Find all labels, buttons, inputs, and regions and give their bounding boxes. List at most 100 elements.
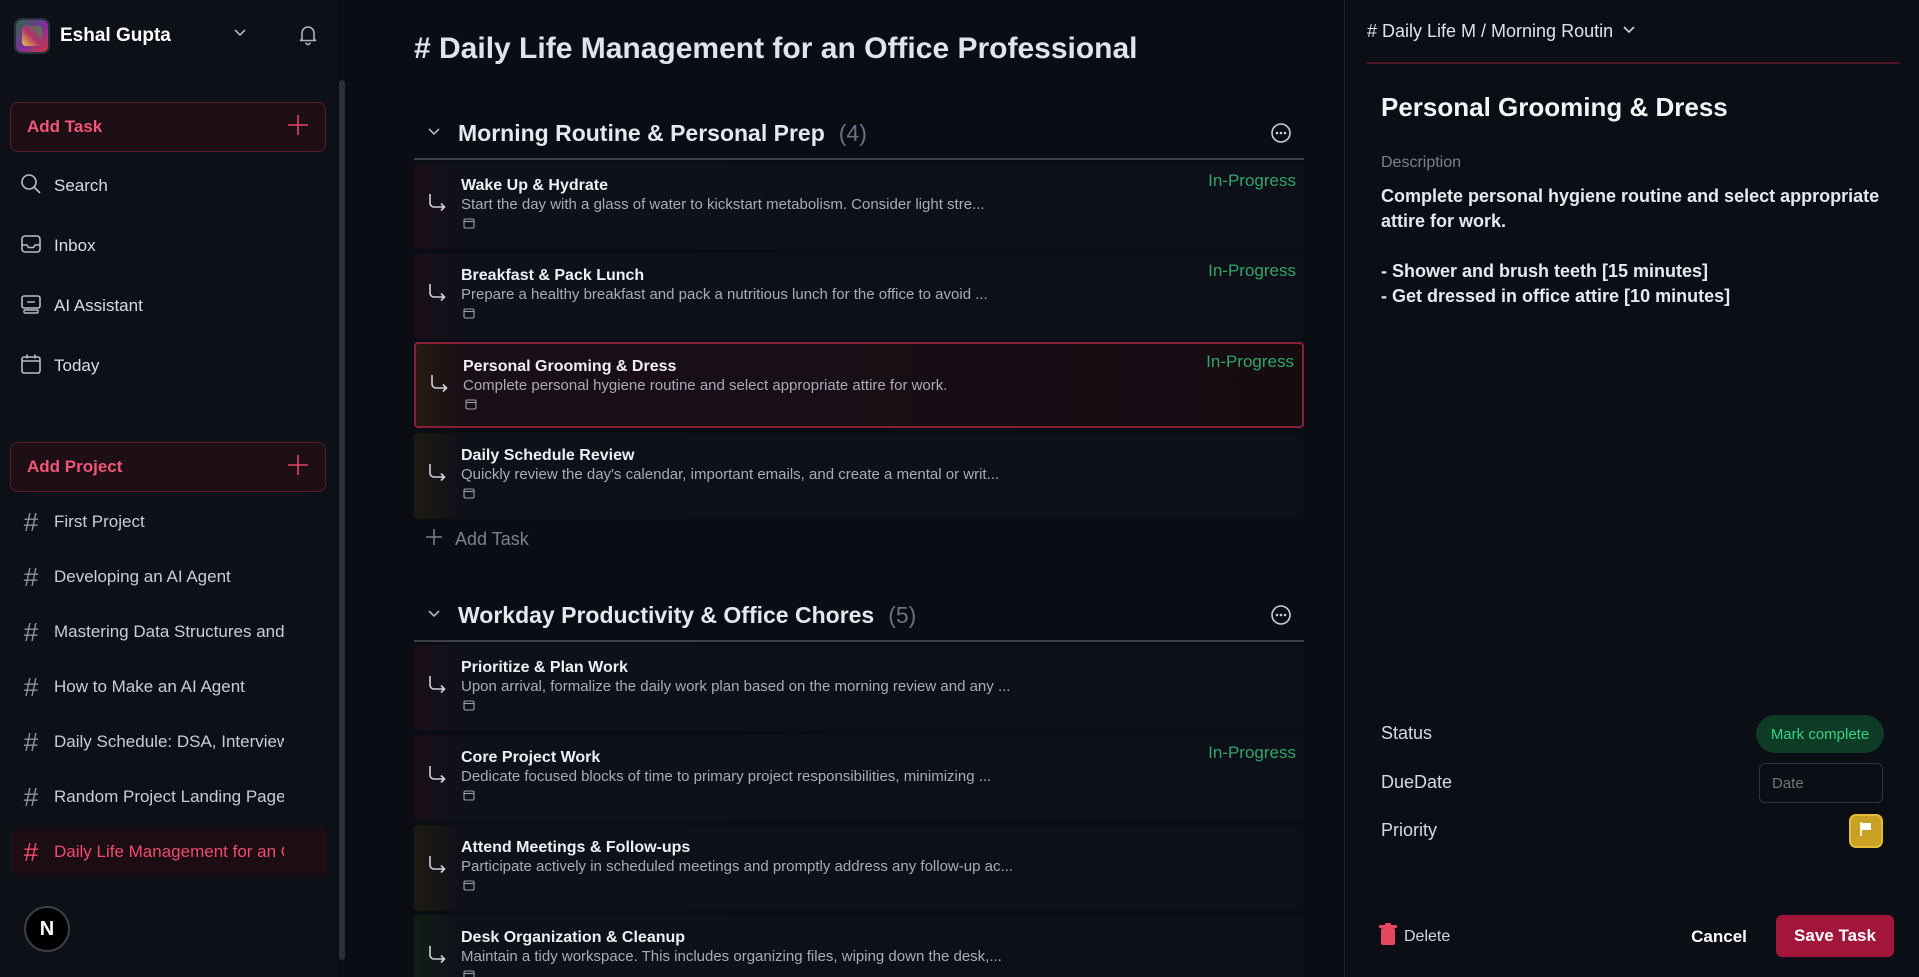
sidebar-scrollbar-thumb[interactable] bbox=[339, 80, 345, 960]
sidebar-project[interactable]: # Daily Schedule: DSA, Interview. bbox=[20, 724, 310, 760]
hash-icon: # bbox=[23, 836, 39, 867]
chevron-down-icon[interactable] bbox=[232, 24, 248, 45]
task-row[interactable]: Core Project Work Dedicate focused block… bbox=[414, 735, 1304, 821]
calendar-icon bbox=[463, 878, 475, 896]
task-row[interactable]: Daily Schedule Review Quickly review the… bbox=[414, 433, 1304, 519]
sidebar-item-label: Inbox bbox=[54, 236, 96, 255]
more-options-icon[interactable] bbox=[1270, 604, 1292, 631]
status-badge: In-Progress bbox=[1208, 171, 1296, 190]
add-task-button[interactable]: Add Task bbox=[10, 102, 326, 152]
project-label: Daily Schedule: DSA, Interview. bbox=[54, 732, 284, 751]
sidebar: Eshal Gupta Add Task Search Inbox AI Ass… bbox=[0, 0, 340, 977]
hash-icon: # bbox=[23, 561, 39, 592]
more-options-icon[interactable] bbox=[1270, 122, 1292, 149]
task-description: Upon arrival, formalize the daily work p… bbox=[461, 678, 1011, 695]
task-row[interactable]: Attend Meetings & Follow-ups Participate… bbox=[414, 825, 1304, 911]
sidebar-item-inbox[interactable]: Inbox bbox=[20, 228, 320, 264]
plus-icon bbox=[425, 528, 443, 551]
task-row[interactable]: Prioritize & Plan Work Upon arrival, for… bbox=[414, 645, 1304, 731]
project-label: How to Make an AI Agent bbox=[54, 677, 245, 696]
user-avatar bbox=[14, 18, 50, 54]
add-project-label: Add Project bbox=[27, 457, 123, 476]
sidebar-project[interactable]: # How to Make an AI Agent bbox=[20, 669, 310, 705]
sidebar-item-label: Today bbox=[54, 356, 100, 375]
calendar-icon bbox=[20, 353, 42, 380]
add-project-button[interactable]: Add Project bbox=[10, 442, 326, 492]
description-field[interactable]: Complete personal hygiene routine and se… bbox=[1381, 184, 1901, 309]
sidebar-project[interactable]: # First Project bbox=[20, 504, 310, 540]
task-title: Prioritize & Plan Work bbox=[461, 659, 628, 676]
subtask-arrow-icon bbox=[426, 763, 448, 790]
project-label: Random Project Landing Page ( bbox=[54, 787, 284, 806]
calendar-icon bbox=[463, 968, 475, 977]
task-row[interactable]: Breakfast & Pack Lunch Prepare a healthy… bbox=[414, 253, 1304, 339]
delete-button[interactable]: Delete bbox=[1378, 922, 1450, 951]
app-badge[interactable]: N bbox=[24, 906, 70, 952]
mark-complete-button[interactable]: Mark complete bbox=[1756, 715, 1884, 753]
project-label: First Project bbox=[54, 512, 145, 531]
add-task-label: Add Task bbox=[27, 117, 103, 136]
main-content: # Daily Life Management for an Office Pr… bbox=[349, 0, 1344, 977]
section-header: Workday Productivity & Office Chores (5) bbox=[414, 590, 1304, 642]
user-menu[interactable]: Eshal Gupta bbox=[14, 16, 324, 56]
subtask-arrow-icon bbox=[426, 191, 448, 218]
sidebar-project[interactable]: # Developing an AI Agent bbox=[20, 559, 310, 595]
hash-icon: # bbox=[23, 726, 39, 757]
add-task-inline-button[interactable]: Add Task bbox=[425, 528, 529, 551]
page-title: # Daily Life Management for an Office Pr… bbox=[414, 32, 1138, 65]
sidebar-item-today[interactable]: Today bbox=[20, 348, 320, 384]
section-count: (4) bbox=[838, 119, 867, 146]
priority-flag-button[interactable] bbox=[1849, 814, 1883, 848]
chevron-down-icon[interactable] bbox=[426, 605, 442, 626]
task-title: Breakfast & Pack Lunch bbox=[461, 267, 645, 284]
sidebar-item-ai-assistant[interactable]: AI Assistant bbox=[20, 288, 320, 324]
task-detail-title[interactable]: Personal Grooming & Dress bbox=[1381, 92, 1728, 123]
add-task-inline-label: Add Task bbox=[455, 529, 529, 549]
sidebar-item-label: AI Assistant bbox=[54, 296, 143, 315]
priority-label: Priority bbox=[1381, 820, 1438, 840]
calendar-icon bbox=[463, 216, 475, 234]
chevron-down-icon[interactable] bbox=[426, 123, 442, 144]
sidebar-project[interactable]: # Random Project Landing Page ( bbox=[20, 779, 310, 815]
task-description: Dedicate focused blocks of time to prima… bbox=[461, 768, 992, 785]
bell-icon[interactable] bbox=[296, 22, 320, 51]
section-title: Workday Productivity & Office Chores bbox=[458, 601, 875, 628]
save-task-button[interactable]: Save Task bbox=[1776, 915, 1894, 957]
task-description: Start the day with a glass of water to k… bbox=[461, 196, 985, 213]
description-line: - Shower and brush teeth [15 minutes] bbox=[1381, 261, 1709, 281]
subtask-arrow-icon bbox=[428, 372, 450, 399]
task-row[interactable]: Wake Up & Hydrate Start the day with a g… bbox=[414, 163, 1304, 249]
description-line: Complete personal hygiene routine and se… bbox=[1381, 186, 1880, 231]
task-title: Wake Up & Hydrate bbox=[461, 177, 608, 194]
hash-icon: # bbox=[23, 671, 39, 702]
trash-icon bbox=[1378, 922, 1398, 951]
subtask-arrow-icon bbox=[426, 461, 448, 488]
subtask-arrow-icon bbox=[426, 281, 448, 308]
sidebar-project-active[interactable]: # Daily Life Management for an O bbox=[20, 834, 310, 870]
task-row[interactable]: Desk Organization & Cleanup Maintain a t… bbox=[414, 915, 1304, 977]
status-label: Status bbox=[1381, 723, 1433, 743]
calendar-icon bbox=[463, 788, 475, 806]
project-label: Mastering Data Structures and . bbox=[54, 622, 284, 641]
chevron-down-icon[interactable] bbox=[1621, 21, 1637, 42]
inbox-icon bbox=[20, 233, 42, 260]
plus-icon bbox=[287, 452, 309, 482]
section-count: (5) bbox=[888, 601, 917, 628]
cancel-button[interactable]: Cancel bbox=[1679, 922, 1759, 952]
flag-icon bbox=[1857, 820, 1875, 843]
task-title: Core Project Work bbox=[461, 749, 601, 766]
task-title: Daily Schedule Review bbox=[461, 447, 635, 464]
ai-assistant-icon bbox=[20, 293, 42, 320]
search-icon bbox=[20, 173, 42, 200]
sidebar-project[interactable]: # Mastering Data Structures and . bbox=[20, 614, 310, 650]
project-label: Developing an AI Agent bbox=[54, 567, 231, 586]
status-badge: In-Progress bbox=[1206, 352, 1294, 371]
task-row-selected[interactable]: Personal Grooming & Dress Complete perso… bbox=[414, 342, 1304, 428]
subtask-arrow-icon bbox=[426, 853, 448, 880]
user-name: Eshal Gupta bbox=[60, 25, 171, 46]
sidebar-item-search[interactable]: Search bbox=[20, 168, 320, 204]
calendar-icon bbox=[463, 698, 475, 716]
breadcrumb[interactable]: # Daily Life M / Morning Routin bbox=[1367, 0, 1900, 64]
breadcrumb-text: # Daily Life M / Morning Routin bbox=[1367, 20, 1614, 41]
due-date-input[interactable] bbox=[1759, 763, 1883, 803]
